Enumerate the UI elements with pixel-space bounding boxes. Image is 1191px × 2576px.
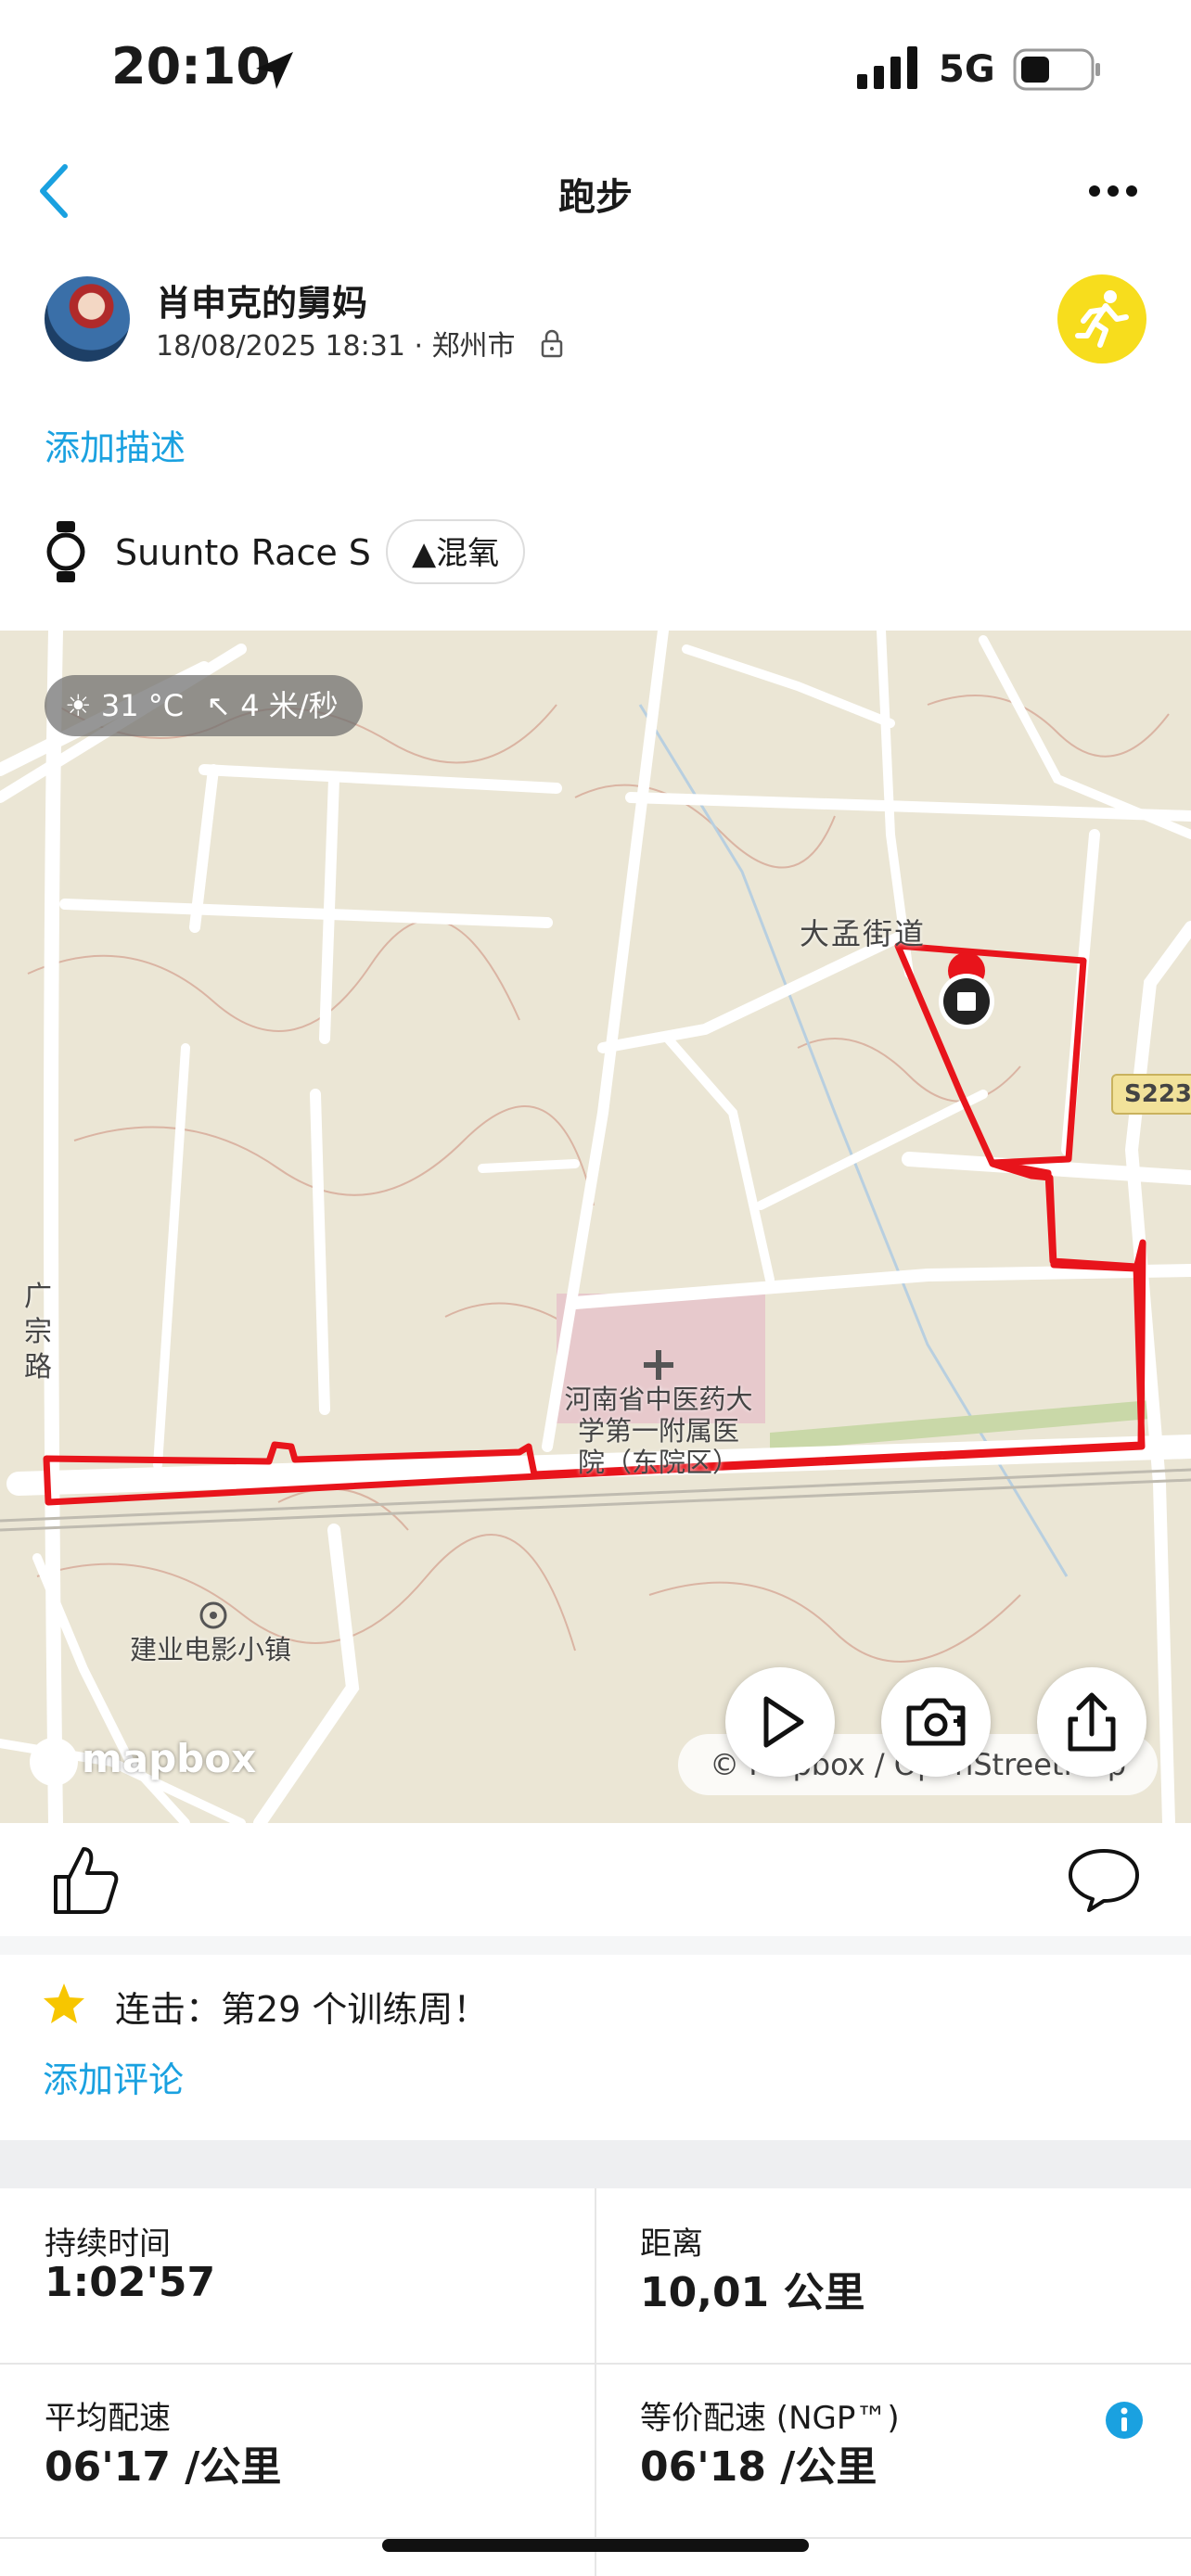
sun-icon: ☀ [65, 688, 92, 723]
stat-distance-value: 10,01 公里 [640, 2269, 865, 2316]
wind-icon: ↖ [206, 688, 232, 723]
more-options-icon[interactable] [1087, 182, 1139, 200]
star-icon [44, 1983, 84, 2023]
section-divider [0, 2140, 1191, 2188]
poi-label: 建业电影小镇 [130, 1634, 292, 1665]
replay-button[interactable] [725, 1667, 835, 1777]
streak-text: 连击：第29 个训练周！ [115, 1989, 489, 2030]
activity-date-location: 18/08/2025 18:31 · 郑州市 [156, 330, 516, 363]
home-indicator [382, 2539, 809, 2552]
status-time: 20:10 [111, 37, 271, 96]
stat-ngp-value: 06'18 /公里 [640, 2443, 877, 2491]
lock-icon [541, 329, 563, 358]
chip-label: 混氧 [436, 535, 500, 572]
info-icon[interactable] [1104, 2400, 1145, 2441]
share-button[interactable] [1037, 1667, 1146, 1777]
mapbox-logo: mapbox [30, 1736, 256, 1786]
road-label-left: 广宗路 [24, 1281, 52, 1384]
stat-avg-pace-value: 06'17 /公里 [45, 2443, 282, 2491]
stat-duration-label: 持续时间 [45, 2225, 171, 2263]
share-icon [1068, 1692, 1116, 1752]
play-icon [763, 1696, 804, 1748]
road-badge-s223: S223 [1111, 1074, 1191, 1115]
avatar[interactable] [45, 276, 130, 362]
route-map[interactable]: S223 大孟街道 广宗路 河南省中医药大 学第一附属医 院（东院区） 建业电影… [0, 631, 1191, 1823]
stat-distance-label: 距离 [640, 2225, 703, 2263]
weather-temp: 31 °C [100, 688, 185, 723]
comment-icon[interactable] [1067, 1847, 1141, 1914]
grid-divider [0, 2363, 1191, 2365]
running-sport-icon [1057, 274, 1146, 363]
hospital-label: 河南省中医药大 学第一附属医 院（东院区） [564, 1384, 753, 1478]
add-description-link[interactable]: 添加描述 [45, 419, 186, 470]
thumbs-up-icon[interactable] [48, 1843, 122, 1918]
user-name[interactable]: 肖申克的舅妈 [156, 274, 367, 325]
stat-duration-value: 1:02'57 [45, 2259, 216, 2306]
battery-icon [1013, 48, 1100, 91]
add-photo-button[interactable] [881, 1667, 991, 1777]
watch-icon [46, 521, 85, 582]
divider [0, 1936, 1191, 1955]
signal-icon [857, 46, 917, 89]
mixed-oxygen-chip[interactable]: ▲混氧 [386, 519, 526, 584]
add-comment-link[interactable]: 添加评论 [43, 2051, 184, 2102]
network-type: 5G [939, 48, 995, 91]
page-title: 跑步 [558, 176, 633, 219]
triangle-icon: ▲ [412, 535, 437, 572]
grid-divider [595, 2188, 596, 2576]
camera-add-icon [906, 1698, 966, 1746]
stat-avg-pace-label: 平均配速 [45, 2400, 171, 2437]
device-name: Suunto Race S [115, 532, 371, 573]
weather-chip: ☀ 31 °C ↖ 4 米/秒 [45, 675, 363, 736]
location-arrow-icon [256, 52, 293, 89]
street-label: 大孟街道 [800, 916, 927, 951]
stat-ngp-label: 等价配速 (NGP™) [640, 2400, 900, 2437]
weather-wind: 4 米/秒 [240, 688, 339, 723]
